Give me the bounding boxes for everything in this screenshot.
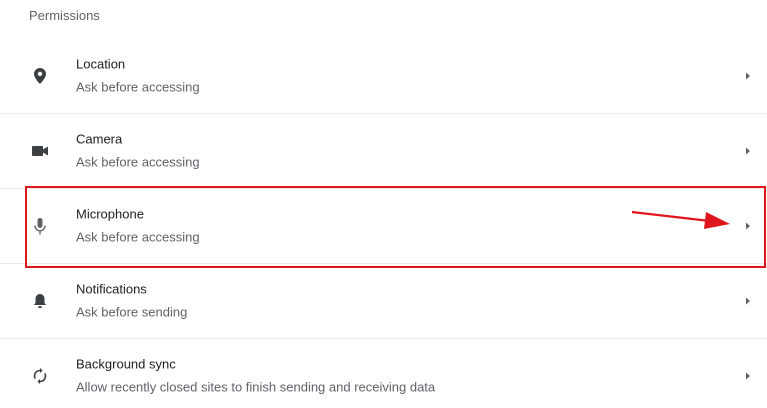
permission-row-camera[interactable]: Camera Ask before accessing bbox=[0, 113, 767, 188]
permission-label: Camera bbox=[76, 131, 123, 147]
chevron-right-icon[interactable] bbox=[743, 296, 753, 306]
sync-icon bbox=[30, 366, 50, 386]
permission-row-location[interactable]: Location Ask before accessing bbox=[0, 38, 767, 113]
microphone-icon bbox=[30, 216, 50, 236]
permission-status: Ask before accessing bbox=[76, 154, 200, 170]
permission-label: Location bbox=[76, 56, 126, 71]
permission-status: Ask before accessing bbox=[76, 79, 200, 94]
chevron-right-icon[interactable] bbox=[743, 71, 753, 81]
permission-row-notifications[interactable]: Notifications Ask before sending bbox=[0, 263, 767, 338]
section-title: Permissions bbox=[29, 8, 100, 23]
permission-label: Background sync bbox=[76, 356, 176, 372]
permission-status: Allow recently closed sites to finish se… bbox=[76, 379, 436, 395]
permission-row-background-sync[interactable]: Background sync Allow recently closed si… bbox=[0, 338, 767, 408]
permission-label: Microphone bbox=[76, 206, 144, 222]
permission-status: Ask before sending bbox=[76, 304, 188, 320]
site-settings-permissions-page: Permissions Location Ask before accessin… bbox=[0, 0, 767, 408]
chevron-right-icon[interactable] bbox=[743, 371, 753, 381]
permission-label: Notifications bbox=[76, 281, 147, 297]
permission-row-microphone[interactable]: Microphone Ask before accessing bbox=[0, 188, 767, 263]
permissions-list: Location Ask before accessing Camera Ask… bbox=[0, 38, 767, 408]
chevron-right-icon[interactable] bbox=[743, 146, 753, 156]
permission-status: Ask before accessing bbox=[76, 229, 200, 245]
bell-icon bbox=[30, 291, 50, 311]
location-pin-icon bbox=[30, 66, 50, 86]
camera-icon bbox=[30, 141, 50, 161]
chevron-right-icon[interactable] bbox=[743, 221, 753, 231]
